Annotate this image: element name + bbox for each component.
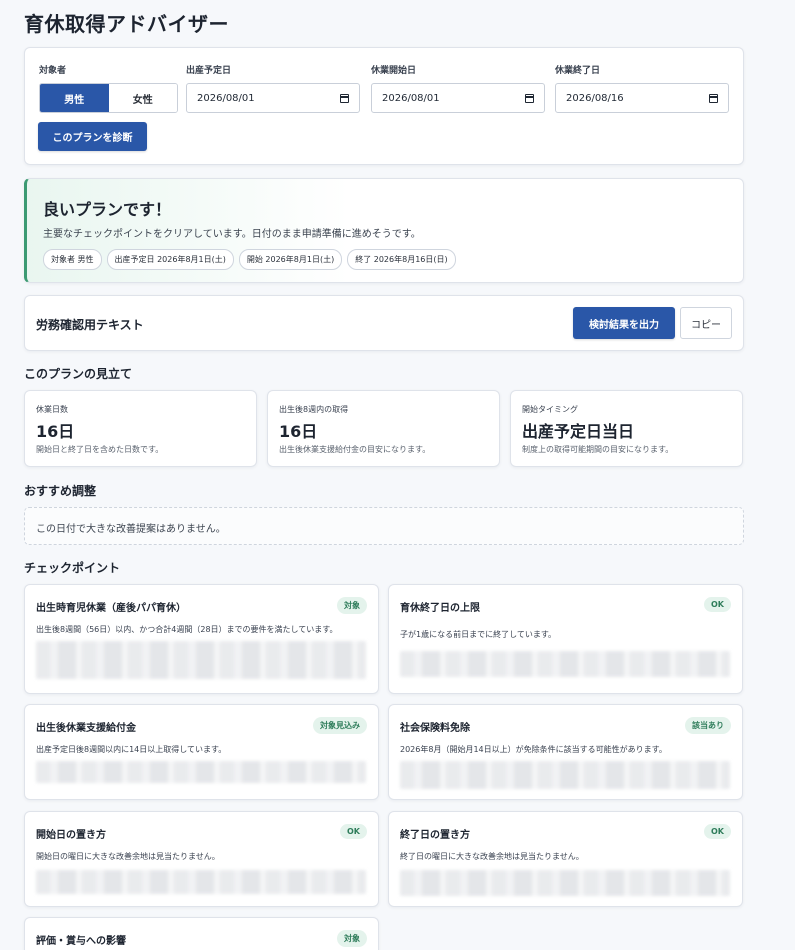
- status-badge: 対象: [337, 930, 367, 947]
- due-date-label: 出産予定日: [186, 66, 232, 76]
- result-title: 良いプランです！: [43, 200, 172, 219]
- result-description: 主要なチェックポイントをクリアしています。日付のまま申請準備に進めそうです。: [43, 229, 421, 240]
- checkpoint-desc: 開始日の曜日に大きな改善余地は見当たりません。: [36, 852, 220, 861]
- male-option[interactable]: 男性: [40, 84, 109, 112]
- due-date-field: 出産予定日 2026/08/01: [186, 63, 360, 113]
- start-date-label: 休業開始日: [371, 66, 417, 76]
- metric-label: 開始タイミング: [522, 405, 578, 414]
- checkpoint-desc: 出生後8週間（56日）以内、かつ合計4週間（28日）までの要件を満たしています。: [36, 625, 338, 634]
- metric-value: 出産予定日当日: [522, 422, 635, 441]
- checkpoint-card: 社会保険料免除 該当あり 2026年8月（開始月14日以上）が免除条件に該当する…: [388, 704, 743, 800]
- redacted-detail: [36, 870, 366, 894]
- checkpoint-title: 出生時育児休業（産後パパ育休）: [36, 603, 186, 614]
- calendar-icon[interactable]: [709, 93, 718, 103]
- hr-text-card: 労務確認用テキスト 検討結果を出力 コピー: [24, 295, 744, 351]
- checkpoint-card: 出生後休業支援給付金 対象見込み 出産予定日後8週間以内に14日以上取得していま…: [24, 704, 379, 800]
- checkpoint-title: 終了日の置き方: [400, 830, 470, 841]
- checkpoint-card: 終了日の置き方 OK 終了日の曜日に大きな改善余地は見当たりません。: [388, 811, 743, 907]
- end-date-label: 休業終了日: [555, 66, 601, 76]
- calendar-icon[interactable]: [525, 93, 534, 103]
- checkpoint-desc: 出産予定日後8週間以内に14日以上取得しています。: [36, 745, 227, 754]
- chip-due-date: 出産予定日 2026年8月1日(土): [106, 249, 234, 270]
- metric-value: 16日: [279, 422, 318, 441]
- checkpoint-card: 評価・賞与への影響 対象: [24, 917, 379, 950]
- target-field: 対象者 男性 女性: [39, 63, 178, 113]
- due-date-input[interactable]: 2026/08/01: [186, 83, 360, 113]
- export-button[interactable]: 検討結果を出力: [573, 307, 675, 339]
- checkpoint-card: 開始日の置き方 OK 開始日の曜日に大きな改善余地は見当たりません。: [24, 811, 379, 907]
- checkpoint-desc: 2026年8月（開始月14日以上）が免除条件に該当する可能性があります。: [400, 745, 667, 754]
- metric-label: 休業日数: [36, 405, 68, 414]
- suggestions-box: この日付で大きな改善提案はありません。: [24, 507, 744, 545]
- chip-start: 開始 2026年8月1日(土): [238, 249, 343, 270]
- summary-chips: 対象者 男性 出産予定日 2026年8月1日(土) 開始 2026年8月1日(土…: [43, 249, 456, 270]
- suggestions-title: おすすめ調整: [24, 484, 97, 498]
- target-label: 対象者: [39, 66, 67, 76]
- metric-note: 出生後休業支援給付金の目安になります。: [279, 445, 431, 454]
- end-date-field: 休業終了日 2026/08/16: [555, 63, 729, 113]
- metric-card: 休業日数 16日 開始日と終了日を含めた日数です。: [24, 390, 257, 467]
- checkpoint-title: 開始日の置き方: [36, 830, 106, 841]
- checkpoints-title: チェックポイント: [24, 561, 121, 575]
- status-badge: OK: [340, 824, 367, 839]
- redacted-detail: [36, 641, 366, 679]
- female-option[interactable]: 女性: [108, 84, 177, 112]
- checkpoint-title: 育休終了日の上限: [400, 603, 480, 614]
- plan-form: 対象者 男性 女性 出産予定日 2026/08/01 休業開始日 2026/08…: [24, 47, 744, 165]
- status-badge: OK: [704, 824, 731, 839]
- status-badge: 該当あり: [685, 717, 731, 734]
- checkpoint-card: 育休終了日の上限 OK 子が1歳になる前日までに終了しています。: [388, 584, 743, 694]
- suggestions-empty-text: この日付で大きな改善提案はありません。: [36, 524, 226, 535]
- start-date-input[interactable]: 2026/08/01: [371, 83, 545, 113]
- metric-label: 出生後8週内の取得: [279, 405, 349, 414]
- redacted-detail: [36, 761, 366, 783]
- end-date-value: 2026/08/16: [566, 92, 624, 104]
- status-badge: 対象: [337, 597, 367, 614]
- metric-note: 制度上の取得可能期間の目安になります。: [522, 445, 674, 454]
- hr-text-title: 労務確認用テキスト: [36, 318, 144, 332]
- checkpoint-card: 出生時育児休業（産後パパ育休） 対象 出生後8週間（56日）以内、かつ合計4週間…: [24, 584, 379, 694]
- redacted-detail: [400, 870, 730, 896]
- start-date-field: 休業開始日 2026/08/01: [371, 63, 545, 113]
- redacted-detail: [400, 651, 730, 677]
- metric-note: 開始日と終了日を含めた日数です。: [36, 445, 164, 454]
- status-badge: OK: [704, 597, 731, 612]
- chip-target: 対象者 男性: [43, 249, 102, 270]
- metric-value: 16日: [36, 422, 75, 441]
- diagnose-button[interactable]: このプランを診断: [38, 122, 147, 151]
- checkpoint-title: 出生後休業支援給付金: [36, 723, 136, 734]
- page-title: 育休取得アドバイザー: [24, 12, 229, 36]
- checkpoint-desc: 終了日の曜日に大きな改善余地は見当たりません。: [400, 852, 584, 861]
- checkpoint-desc: 子が1歳になる前日までに終了しています。: [400, 630, 557, 639]
- due-date-value: 2026/08/01: [197, 92, 255, 104]
- redacted-detail: [400, 761, 730, 789]
- chip-end: 終了 2026年8月16日(日): [347, 249, 456, 270]
- copy-button[interactable]: コピー: [680, 307, 732, 339]
- checkpoint-title: 評価・賞与への影響: [36, 936, 126, 947]
- status-badge: 対象見込み: [313, 717, 367, 734]
- metric-card: 開始タイミング 出産予定日当日 制度上の取得可能期間の目安になります。: [510, 390, 743, 467]
- result-card: 良いプランです！ 主要なチェックポイントをクリアしています。日付のまま申請準備に…: [24, 178, 744, 283]
- end-date-input[interactable]: 2026/08/16: [555, 83, 729, 113]
- calendar-icon[interactable]: [340, 93, 349, 103]
- outlook-title: このプランの見立て: [24, 367, 133, 381]
- metric-card: 出生後8週内の取得 16日 出生後休業支援給付金の目安になります。: [267, 390, 500, 467]
- checkpoint-title: 社会保険料免除: [400, 723, 470, 734]
- start-date-value: 2026/08/01: [382, 92, 440, 104]
- gender-segmented-control: 男性 女性: [39, 83, 178, 113]
